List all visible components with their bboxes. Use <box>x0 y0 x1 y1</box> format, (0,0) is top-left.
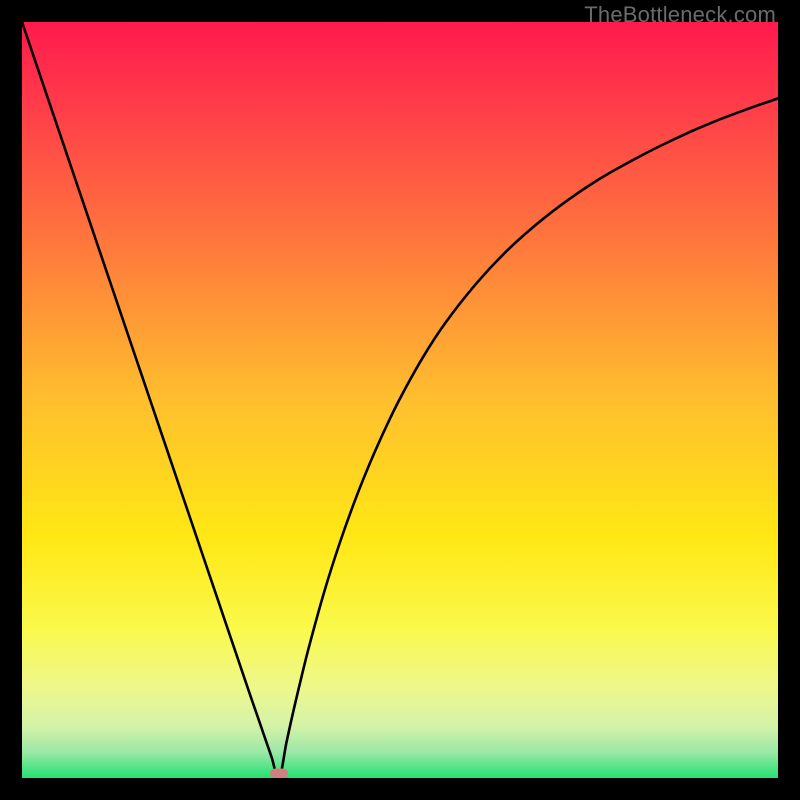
bottleneck-chart <box>22 22 778 778</box>
minimum-marker <box>270 768 288 778</box>
watermark-text: TheBottleneck.com <box>584 2 776 28</box>
chart-frame <box>22 22 778 778</box>
